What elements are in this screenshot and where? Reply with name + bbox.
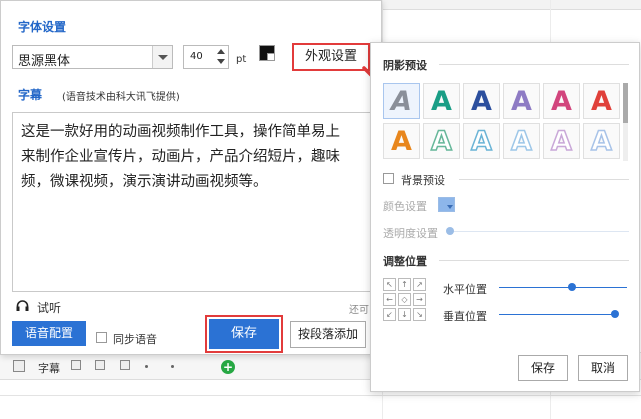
save-button[interactable]: 保存 (209, 319, 279, 349)
style-preset-6[interactable]: A (583, 83, 620, 119)
horizontal-slider-knob[interactable] (567, 283, 576, 291)
align-bottom-left-icon[interactable]: ↙ (383, 308, 396, 321)
dot-icon (171, 365, 174, 368)
adjust-position-title: 调整位置 (383, 255, 427, 268)
font-size-unit: pt (236, 54, 247, 65)
style-preset-11[interactable]: A (543, 123, 580, 159)
align-top-right-icon[interactable]: ↗ (413, 278, 426, 291)
style-preset-3[interactable]: A (463, 83, 500, 119)
background-preset-checkbox[interactable] (383, 173, 394, 184)
style-preset-8[interactable]: A (423, 123, 460, 159)
divider (439, 64, 629, 65)
copy-icon[interactable] (120, 360, 130, 370)
vertical-slider-knob[interactable] (611, 310, 619, 318)
style-preset-grid: AAAAAAAAAAAA (383, 83, 621, 163)
dot-icon (145, 365, 148, 368)
font-settings-dialog: 字体设置 思源黑体 40 pt 外观设置 字幕 (语音技术由科大讯飞提供) 这是… (0, 0, 383, 355)
transparency-slider-knob[interactable] (446, 227, 454, 235)
align-left-icon[interactable]: ← (383, 293, 396, 306)
font-family-select[interactable]: 思源黑体 (12, 45, 173, 69)
bg-color-picker[interactable] (438, 197, 455, 212)
vertical-position-label: 垂直位置 (443, 310, 487, 323)
font-size-stepper[interactable]: 40 (183, 45, 229, 69)
delete-icon[interactable] (95, 360, 105, 370)
align-right-icon[interactable]: → (413, 293, 426, 306)
divider (459, 179, 629, 180)
align-top-icon[interactable]: ↑ (398, 278, 411, 291)
align-top-left-icon[interactable]: ↖ (383, 278, 396, 291)
transparency-slider[interactable] (449, 231, 629, 232)
style-preset-12[interactable]: A (583, 123, 620, 159)
track-type-icon (13, 360, 25, 372)
sync-voice-label: 同步语音 (113, 333, 157, 346)
add-by-paragraph-button[interactable]: 按段落添加 (290, 321, 366, 348)
font-color-picker[interactable] (259, 45, 275, 61)
style-preset-10[interactable]: A (503, 123, 540, 159)
panel-save-button[interactable]: 保存 (518, 355, 568, 381)
subtitle-label: 字幕 (18, 88, 43, 102)
bg-color-label: 颜色设置 (383, 200, 427, 213)
style-preset-4[interactable]: A (503, 83, 540, 119)
listen-label[interactable]: 试听 (37, 299, 61, 316)
timeline-subtitle-label: 字幕 (38, 362, 60, 375)
edit-icon[interactable] (71, 360, 81, 370)
font-family-value: 思源黑体 (18, 54, 71, 69)
font-size-value: 40 (190, 51, 203, 62)
transparency-label: 透明度设置 (383, 227, 438, 240)
align-center-icon[interactable]: ◇ (398, 293, 411, 306)
subtitle-note: (语音技术由科大讯飞提供) (62, 92, 180, 103)
subtitle-text-area[interactable]: 这是一款好用的动画视频制作工具，操作简单易上 来制作企业宣传片，动画片，产品介绍… (12, 112, 383, 292)
chevron-down-icon[interactable] (152, 46, 172, 68)
align-bottom-icon[interactable]: ↓ (398, 308, 411, 321)
style-preset-7[interactable]: A (383, 123, 420, 159)
voice-config-button[interactable]: 语音配置 (12, 321, 86, 346)
panel-cancel-button[interactable]: 取消 (578, 355, 628, 381)
vertical-slider[interactable] (499, 314, 615, 315)
horizontal-slider[interactable] (499, 287, 627, 288)
background-preset-label: 背景预设 (401, 174, 445, 187)
style-preset-1[interactable]: A (383, 83, 420, 119)
remaining-label: 还可 (349, 305, 369, 316)
align-bottom-right-icon[interactable]: ↘ (413, 308, 426, 321)
divider (439, 260, 629, 261)
add-icon[interactable]: + (221, 360, 235, 374)
appearance-panel: 阴影预设 AAAAAAAAAAAA 背景预设 颜色设置 透明度设置 调整位置 ↖… (370, 42, 640, 392)
position-grid: ↖ ↑ ↗ ← ◇ → ↙ ↓ ↘ (383, 278, 427, 322)
subtitle-text: 这是一款好用的动画视频制作工具，操作简单易上 来制作企业宣传片，动画片，产品介绍… (21, 124, 340, 190)
shadow-preset-title: 阴影预设 (383, 59, 427, 72)
horizontal-position-label: 水平位置 (443, 283, 487, 296)
headphones-icon[interactable] (16, 300, 29, 311)
style-preset-2[interactable]: A (423, 83, 460, 119)
sync-voice-checkbox[interactable] (96, 332, 107, 343)
dialog-title: 字体设置 (18, 20, 67, 34)
grid-line (0, 395, 641, 396)
style-preset-9[interactable]: A (463, 123, 500, 159)
style-preset-5[interactable]: A (543, 83, 580, 119)
spinner-icon[interactable] (216, 48, 226, 66)
appearance-settings-button[interactable]: 外观设置 (292, 43, 370, 71)
style-scrollbar[interactable] (623, 83, 628, 161)
